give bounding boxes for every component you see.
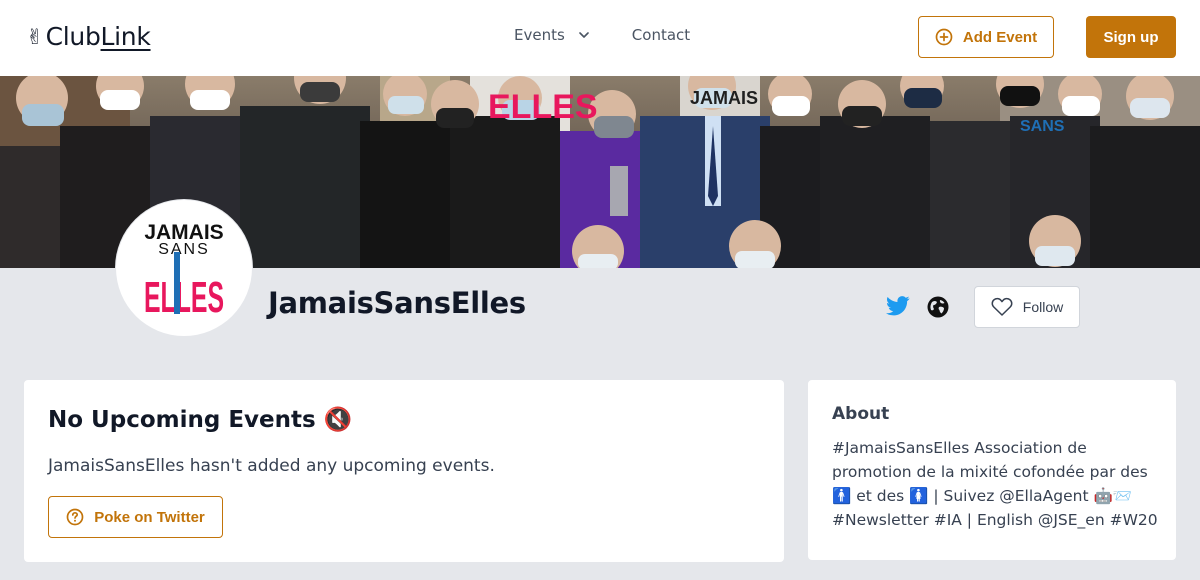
- globe-icon[interactable]: [927, 296, 949, 318]
- main-nav: Events Contact: [514, 26, 690, 44]
- follow-button[interactable]: Follow: [974, 286, 1080, 328]
- about-title: About: [832, 404, 890, 424]
- about-card: About #JamaisSansElles Association de pr…: [808, 380, 1176, 560]
- poke-label: Poke on Twitter: [94, 508, 205, 526]
- avatar-logo-sans: SANS: [158, 241, 210, 258]
- events-title: No Upcoming Events 🔇: [48, 406, 353, 434]
- upcoming-events-card: No Upcoming Events 🔇 JamaisSansElles has…: [24, 380, 784, 562]
- heart-icon: [991, 297, 1013, 316]
- jamais-sans-elles-logo: JAMAIS SANS ELLES: [144, 221, 224, 322]
- follow-label: Follow: [1022, 299, 1064, 315]
- avatar-logo-elles: ELLES: [144, 273, 224, 322]
- plus-circle-icon: [935, 28, 953, 46]
- muted-speaker-icon: 🔇: [323, 407, 353, 433]
- about-text: #JamaisSansElles Association de promotio…: [832, 439, 1158, 529]
- chevron-down-icon: [578, 32, 589, 38]
- banner-logo-jamais: JAMAIS: [690, 88, 758, 108]
- logo-club: Club: [45, 22, 101, 51]
- victory-hand-icon: ✌: [26, 24, 44, 49]
- banner-logo-sans: SANS: [1020, 118, 1065, 135]
- events-title-text: No Upcoming Events: [48, 406, 316, 433]
- question-circle-icon: [66, 508, 84, 526]
- nav-events-label: Events: [514, 26, 565, 44]
- no-events-message: JamaisSansElles hasn't added any upcomin…: [48, 456, 495, 476]
- add-event-button[interactable]: Add Event: [918, 16, 1054, 58]
- logo-link: Link: [100, 22, 151, 51]
- logo-text: ClubLink: [46, 22, 151, 51]
- org-name: JamaisSansElles: [268, 286, 526, 320]
- sign-up-button[interactable]: Sign up: [1086, 16, 1176, 58]
- poke-on-twitter-button[interactable]: Poke on Twitter: [48, 496, 223, 538]
- nav-events[interactable]: Events: [514, 26, 589, 44]
- nav-contact[interactable]: Contact: [632, 26, 690, 44]
- twitter-icon[interactable]: [886, 296, 910, 316]
- add-event-label: Add Event: [962, 28, 1038, 46]
- site-header: ✌ ClubLink Events Contact Add Event Sign…: [0, 0, 1200, 76]
- clublink-logo[interactable]: ✌ ClubLink: [26, 22, 151, 51]
- banner-logo-elles: ELLES: [488, 88, 598, 126]
- org-avatar: JAMAIS SANS ELLES: [116, 200, 252, 336]
